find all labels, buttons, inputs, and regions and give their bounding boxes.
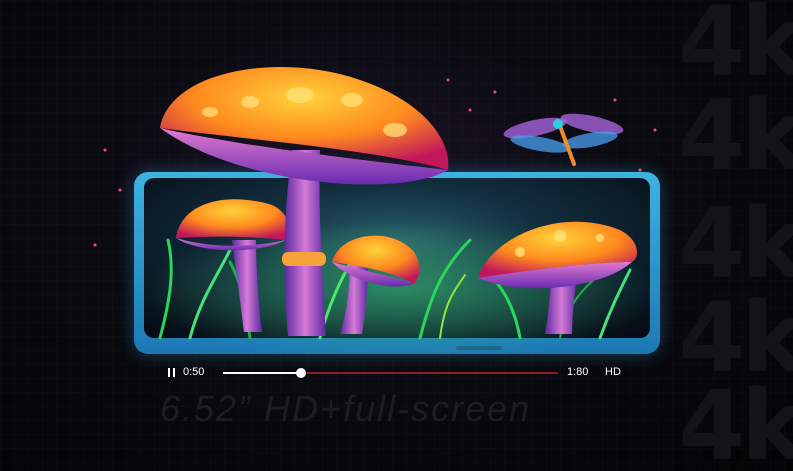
progress-played	[223, 372, 302, 374]
progress-track[interactable]	[223, 368, 558, 378]
quality-button[interactable]: HD	[605, 366, 621, 378]
mushroom-artwork	[93, 67, 660, 360]
pause-icon[interactable]	[168, 368, 176, 377]
progress-thumb[interactable]	[296, 368, 307, 378]
video-player-controls: 0:50 1:80 HD	[168, 364, 628, 382]
promo-stage: 4k 4k 4k 4k 4k 6.52” HD+full-screen 0:50…	[0, 0, 793, 471]
current-time: 0:50	[183, 366, 205, 378]
dragonfly	[503, 113, 624, 166]
total-time: 1:80	[567, 366, 589, 378]
